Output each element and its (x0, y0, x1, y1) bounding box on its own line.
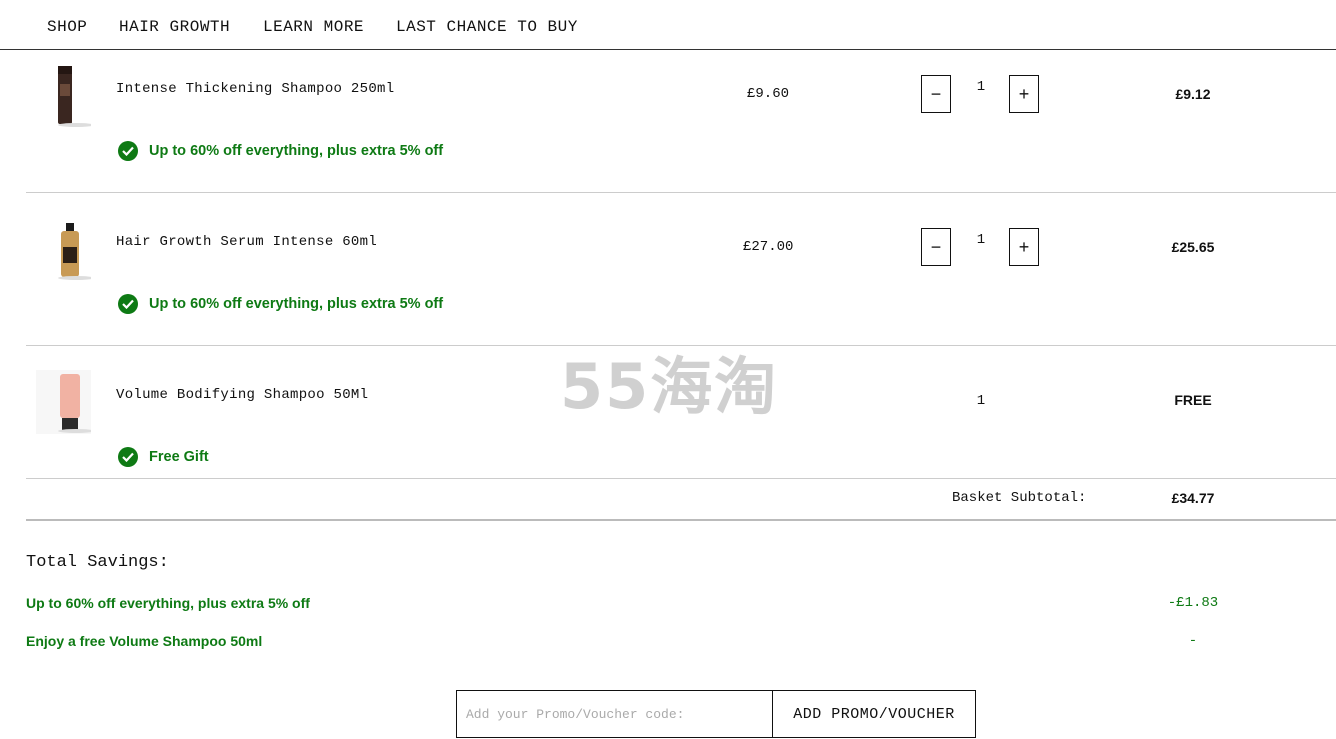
product-name[interactable]: Hair Growth Serum Intense 60ml (116, 234, 377, 250)
product-image[interactable] (36, 64, 91, 128)
product-image[interactable] (36, 217, 91, 281)
subtotal-divider (26, 519, 1336, 521)
promo-applied: Free Gift (118, 447, 209, 467)
increase-quantity-button[interactable]: + (1009, 75, 1039, 113)
product-name[interactable]: Volume Bodifying Shampoo 50Ml (116, 387, 368, 403)
saving-value: - (1188, 633, 1198, 649)
check-circle-icon (118, 141, 138, 161)
promo-text: Up to 60% off everything, plus extra 5% … (149, 296, 444, 312)
minus-icon: − (930, 236, 942, 257)
total-savings-title: Total Savings: (26, 553, 169, 572)
increase-quantity-button[interactable]: + (1009, 228, 1039, 266)
quantity-value: 1 (976, 232, 986, 248)
basket-subtotal-value: £34.77 (1171, 490, 1215, 506)
add-promo-voucher-button[interactable]: ADD PROMO/VOUCHER (772, 690, 976, 738)
product-name[interactable]: Intense Thickening Shampoo 250ml (116, 81, 394, 97)
plus-icon: + (1018, 236, 1030, 257)
item-divider (26, 478, 1336, 479)
basket-item: Hair Growth Serum Intense 60ml £27.00 − … (26, 213, 1336, 345)
nav-learn-more[interactable]: LEARN MORE (263, 18, 364, 36)
unit-price: £27.00 (743, 239, 794, 255)
check-circle-icon (118, 294, 138, 314)
product-image[interactable] (36, 370, 91, 434)
promo-applied: Up to 60% off everything, plus extra 5% … (118, 141, 443, 161)
saving-label: Up to 60% off everything, plus extra 5% … (26, 595, 310, 611)
promo-voucher-input[interactable] (456, 690, 773, 738)
minus-icon: − (930, 83, 942, 104)
quantity-value: 1 (976, 393, 986, 409)
promo-text: Free Gift (149, 449, 209, 465)
promo-applied: Up to 60% off everything, plus extra 5% … (118, 294, 443, 314)
line-total: FREE (1174, 392, 1212, 408)
quantity-value: 1 (976, 79, 986, 95)
line-total: £25.65 (1171, 239, 1215, 255)
saving-label: Enjoy a free Volume Shampoo 50ml (26, 633, 263, 649)
decrease-quantity-button[interactable]: − (921, 228, 951, 266)
decrease-quantity-button[interactable]: − (921, 75, 951, 113)
saving-value: -£1.83 (1167, 595, 1219, 611)
plus-icon: + (1018, 83, 1030, 104)
top-navigation: SHOP HAIR GROWTH LEARN MORE LAST CHANCE … (0, 0, 1336, 50)
item-divider (26, 192, 1336, 193)
nav-hair-growth[interactable]: HAIR GROWTH (119, 18, 230, 36)
check-circle-icon (118, 447, 138, 467)
nav-shop[interactable]: SHOP (47, 18, 87, 36)
watermark-logo: 55海淘 (560, 350, 779, 423)
promo-text: Up to 60% off everything, plus extra 5% … (149, 143, 444, 159)
basket-item: Intense Thickening Shampoo 250ml £9.60 −… (26, 60, 1336, 192)
nav-last-chance-to-buy[interactable]: LAST CHANCE TO BUY (396, 18, 578, 36)
unit-price: £9.60 (746, 86, 789, 102)
basket-subtotal-label: Basket Subtotal: (952, 490, 1087, 506)
line-total: £9.12 (1175, 86, 1211, 102)
